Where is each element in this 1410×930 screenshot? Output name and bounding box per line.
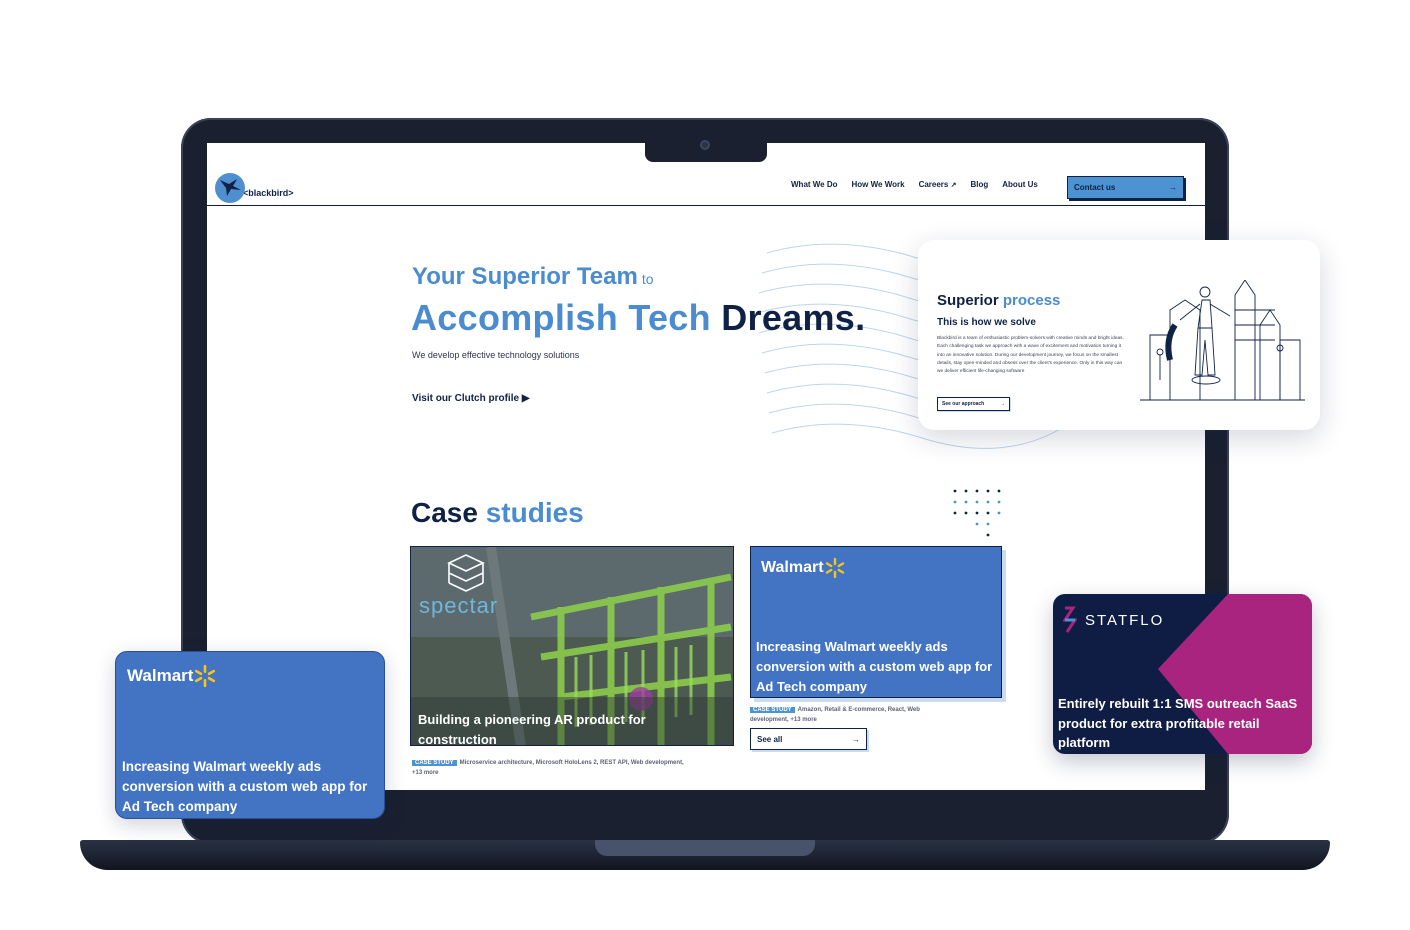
walmart-spark-icon: [195, 664, 216, 688]
tag-more[interactable]: +13 more: [790, 717, 817, 723]
floating-statflo-card[interactable]: STATFLO Entirely rebuilt 1:1 SMS outreac…: [1053, 594, 1312, 754]
floating-statflo-title: Entirely rebuilt 1:1 SMS outreach SaaS p…: [1058, 696, 1298, 750]
hero-subtitle: We develop effective technology solution…: [412, 350, 580, 360]
nav-careers-label: Careers: [918, 180, 949, 189]
statflo-logo-text: STATFLO: [1085, 611, 1165, 629]
camera-icon: [700, 140, 710, 150]
logo[interactable]: <blackbird>: [215, 173, 294, 203]
walmart-logo: Walmart: [761, 557, 846, 579]
case-card-spectar[interactable]: spectar Building a pioneering AR product…: [410, 546, 734, 746]
statflo-logo: STATFLO: [1063, 606, 1164, 634]
process-title: Superior process: [937, 292, 1060, 309]
hero-line1-text: Your Superior Team: [412, 263, 638, 290]
hero-headline-dark: Dreams.: [721, 297, 866, 338]
floating-walmart-card[interactable]: Walmart Increasing Walmart weekly ads co…: [115, 651, 385, 819]
decorative-dots: [953, 489, 1001, 537]
clutch-profile-link[interactable]: Visit our Clutch profile ▶: [412, 393, 530, 404]
main-nav: What We Do How We Work Careers ↗ Blog Ab…: [791, 180, 1038, 189]
case-card-walmart[interactable]: Walmart Increasing Walmart weekly ads co…: [750, 546, 1002, 698]
process-title-dark: Superior: [937, 292, 999, 309]
case-title-light: studies: [485, 497, 584, 528]
tag-list-line2: development,: [750, 717, 789, 723]
case-card-tags: CASE STUDY Amazon, Retail & E-commerce, R…: [750, 705, 1010, 725]
nav-about-us[interactable]: About Us: [1002, 180, 1038, 189]
process-illustration: [1140, 280, 1305, 401]
external-link-icon: ↗: [950, 182, 957, 189]
hero-tagline: Your Superior Team to: [412, 263, 654, 291]
nav-careers[interactable]: Careers ↗: [919, 180, 957, 189]
tag-list: Amazon, Retail & E-commerce, React, Web: [797, 707, 920, 713]
case-card-title: Building a pioneering AR product for con…: [418, 712, 646, 746]
case-studies-title: Case studies: [411, 497, 584, 529]
case-card-title: Increasing Walmart weekly ads conversion…: [756, 639, 993, 694]
spectar-logo: spectar: [419, 593, 499, 618]
case-study-badge: CASE STUDY: [750, 707, 795, 713]
nav-how-we-work[interactable]: How We Work: [852, 180, 905, 189]
see-our-approach-button[interactable]: See our approach →: [937, 397, 1010, 411]
hero-headline: Accomplish Tech Dreams.: [411, 297, 865, 339]
process-body: Blackbird is a team of enthusiastic prob…: [937, 336, 1124, 375]
case-study-badge: CASE STUDY: [412, 760, 457, 766]
walmart-logo-text: Walmart: [127, 666, 194, 685]
see-all-button[interactable]: See all →: [750, 728, 867, 750]
statflo-mark-icon: [1063, 606, 1077, 633]
process-subtitle: This is how we solve: [937, 317, 1036, 328]
laptop-base-notch: [595, 840, 815, 856]
arrow-right-icon: →: [852, 734, 860, 744]
blackbird-logo-icon: [215, 173, 245, 203]
see-all-label: See all: [757, 734, 783, 744]
contact-us-label: Contact us: [1074, 183, 1116, 192]
see-our-approach-label: See our approach: [942, 401, 985, 407]
nav-what-we-do[interactable]: What We Do: [791, 180, 838, 189]
nav-blog[interactable]: Blog: [970, 180, 988, 189]
hero-headline-light: Accomplish Tech: [411, 297, 711, 338]
clutch-link-label: Visit our Clutch profile: [412, 393, 520, 404]
contact-us-button[interactable]: Contact us →: [1067, 176, 1184, 199]
case-title-dark: Case: [411, 497, 478, 528]
arrow-right-icon: →: [1169, 183, 1177, 192]
tag-more[interactable]: +13 more: [412, 770, 439, 776]
walmart-logo-text: Walmart: [761, 559, 824, 576]
walmart-spark-icon: [825, 557, 844, 579]
arrow-right-icon: →: [1000, 401, 1005, 407]
superior-process-card: Superior process This is how we solve Bl…: [918, 240, 1320, 430]
walmart-logo: Walmart: [127, 664, 217, 688]
tag-list: Microservice architecture, Microsoft Hol…: [459, 760, 684, 766]
process-title-light: process: [1002, 292, 1061, 309]
case-card-tags: CASE STUDY Microservice architecture, Mic…: [412, 758, 742, 778]
logo-text: <blackbird>: [243, 188, 294, 198]
floating-walmart-title: Increasing Walmart weekly ads conversion…: [122, 759, 368, 814]
play-triangle-icon: ▶: [521, 393, 530, 404]
hero-line1-suffix: to: [641, 271, 654, 287]
